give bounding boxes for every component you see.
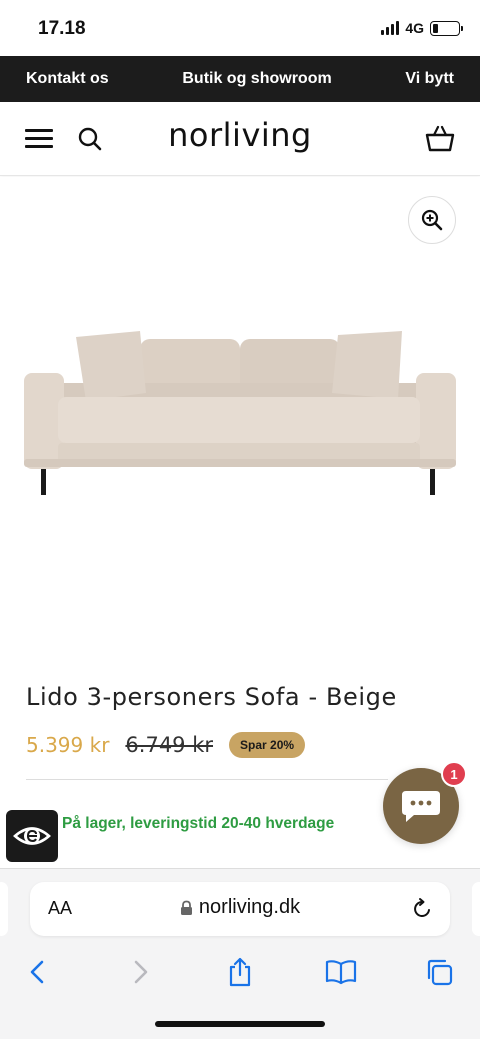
price-row: 5.399 kr 6.749 kr Spar 20%	[26, 732, 306, 758]
zoom-in-icon[interactable]	[408, 196, 456, 244]
browser-nav-row	[0, 953, 480, 993]
product-image-sofa	[24, 331, 456, 495]
sofa-leg	[41, 465, 46, 495]
divider	[26, 779, 388, 780]
link-contact[interactable]: Kontakt os	[26, 70, 109, 88]
product-title: Lido 3-personers Sofa - Beige	[26, 683, 397, 711]
bookmarks-icon[interactable]	[323, 957, 359, 987]
link-exchange[interactable]: Vi bytt	[405, 70, 454, 88]
status-time: 17.18	[38, 18, 86, 39]
battery-level	[433, 23, 438, 33]
forward-icon[interactable]	[126, 957, 156, 987]
network-label: 4G	[405, 20, 424, 36]
site-header: norliving	[0, 102, 480, 176]
lock-icon	[180, 900, 192, 915]
reload-icon[interactable]	[410, 897, 434, 921]
address-bar[interactable]: AA norliving.dk	[30, 882, 450, 936]
status-indicators: 4G	[381, 20, 463, 36]
basket-icon[interactable]	[424, 124, 456, 154]
trust-eye-icon[interactable]	[6, 810, 58, 862]
browser-toolbar: AA norliving.dk	[0, 868, 480, 1039]
stock-status: På lager, leveringstid 20-40 hverdage	[62, 815, 335, 832]
discount-badge: Spar 20%	[229, 732, 306, 758]
home-indicator[interactable]	[155, 1021, 325, 1027]
chat-unread-badge: 1	[441, 761, 467, 787]
tabs-icon[interactable]	[424, 957, 454, 987]
announcement-bar: Kontakt os Butik og showroom Vi bytt	[0, 56, 480, 102]
back-icon[interactable]	[22, 957, 52, 987]
url-display[interactable]: norliving.dk	[30, 896, 450, 919]
sale-price: 5.399 kr	[26, 733, 110, 757]
signal-icon	[381, 21, 400, 35]
sofa-leg	[430, 465, 435, 495]
site-logo[interactable]: norliving	[0, 116, 480, 154]
previous-tab-edge[interactable]	[0, 882, 8, 936]
battery-icon	[430, 20, 463, 36]
url-text: norliving.dk	[198, 896, 301, 918]
status-bar: 17.18 4G	[0, 0, 480, 56]
next-tab-edge[interactable]	[472, 882, 480, 936]
share-icon[interactable]	[225, 957, 255, 987]
original-price: 6.749 kr	[125, 733, 214, 757]
link-shop-showroom[interactable]: Butik og showroom	[182, 70, 331, 88]
product-gallery[interactable]	[0, 177, 480, 657]
